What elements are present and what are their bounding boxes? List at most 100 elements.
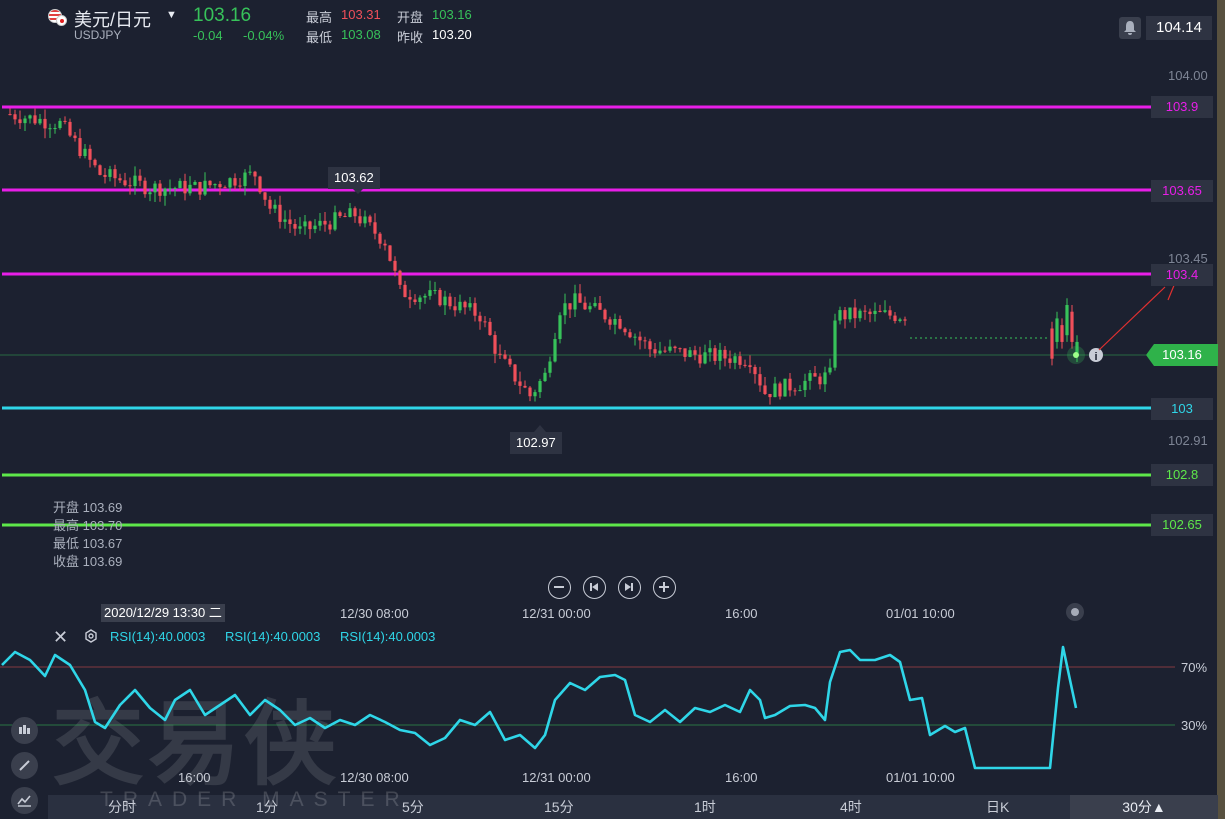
candle-body bbox=[258, 176, 262, 193]
candle-body bbox=[538, 381, 542, 393]
candle-body bbox=[528, 387, 532, 397]
level-tag[interactable]: 102.65 bbox=[1151, 514, 1213, 536]
zoom-in-button[interactable] bbox=[653, 576, 676, 599]
minus-icon bbox=[554, 586, 564, 588]
candlestick-chart[interactable]: i bbox=[0, 50, 1225, 600]
rsi-lower-level: 30% bbox=[1181, 718, 1208, 733]
candle-body bbox=[823, 372, 827, 385]
candle-body bbox=[433, 289, 437, 291]
time-axis-label: 12/30 08:00 bbox=[340, 606, 409, 621]
zoom-out-button[interactable] bbox=[548, 576, 571, 599]
period-tab[interactable]: 15分 bbox=[544, 797, 574, 817]
period-tab[interactable]: 1分 bbox=[256, 797, 278, 817]
chevron-down-icon[interactable]: ▼ bbox=[166, 9, 177, 21]
candle-body bbox=[1060, 325, 1064, 342]
candle-body bbox=[113, 169, 117, 179]
candle-body bbox=[208, 180, 212, 186]
candle-body bbox=[33, 115, 37, 124]
candle-body bbox=[863, 310, 867, 312]
low-label: 最低 bbox=[306, 30, 333, 45]
candle-body bbox=[78, 138, 82, 157]
candle-body bbox=[423, 295, 427, 298]
candle-body bbox=[583, 302, 587, 310]
candle-body bbox=[838, 310, 842, 321]
ohlc-high: 最高 103.70 bbox=[53, 518, 123, 533]
candle-body bbox=[818, 376, 822, 385]
candle-body bbox=[448, 296, 452, 307]
candle-body bbox=[388, 245, 392, 261]
candle-body bbox=[233, 178, 237, 186]
candle-body bbox=[743, 364, 747, 366]
period-tab-selected[interactable]: 30分▲ bbox=[1070, 795, 1218, 819]
candle-body bbox=[623, 328, 627, 333]
period-tab[interactable]: 4时 bbox=[840, 797, 862, 817]
candle-body bbox=[803, 380, 807, 391]
candle-body bbox=[38, 118, 42, 124]
candle-body bbox=[143, 180, 147, 195]
info-icon-glyph: i bbox=[1094, 351, 1097, 363]
candle-body bbox=[138, 175, 142, 181]
settings-icon[interactable] bbox=[84, 629, 98, 643]
period-tab[interactable]: 日K bbox=[986, 797, 1009, 817]
rsi-time-label: 16:00 bbox=[178, 770, 211, 785]
candle-body bbox=[723, 349, 727, 359]
candle-body bbox=[373, 222, 377, 234]
candle-body bbox=[458, 301, 462, 311]
candle-body bbox=[368, 216, 372, 223]
candle-body bbox=[133, 175, 137, 187]
candle-body bbox=[738, 356, 742, 365]
candle-body bbox=[893, 315, 897, 321]
period-tab[interactable]: 分时 bbox=[108, 797, 136, 817]
candle-body bbox=[73, 135, 77, 139]
candle-body bbox=[808, 373, 812, 381]
indicator-tool-button[interactable] bbox=[11, 717, 38, 744]
candle-body bbox=[228, 178, 232, 188]
candle-body bbox=[398, 270, 402, 285]
bell-icon bbox=[1124, 21, 1136, 35]
candle-body bbox=[173, 188, 177, 190]
scroll-right-button[interactable] bbox=[618, 576, 641, 599]
candle-body bbox=[318, 220, 322, 226]
scroll-left-button[interactable] bbox=[583, 576, 606, 599]
candle-body bbox=[168, 188, 172, 190]
candle-body bbox=[878, 310, 882, 312]
candle-body bbox=[438, 289, 442, 306]
candle-body bbox=[148, 192, 152, 195]
candle-body bbox=[698, 354, 702, 364]
draw-tool-button[interactable] bbox=[11, 752, 38, 779]
period-tab[interactable]: 1时 bbox=[694, 797, 716, 817]
candle-body bbox=[1070, 311, 1074, 342]
candle-body bbox=[343, 215, 347, 217]
level-tag[interactable]: 103.65 bbox=[1151, 180, 1213, 202]
level-tag[interactable]: 103.4 bbox=[1151, 264, 1213, 286]
ohlc-open: 开盘 103.69 bbox=[53, 500, 123, 515]
candle-body bbox=[418, 297, 422, 303]
candle-body bbox=[553, 339, 557, 362]
candle-body bbox=[293, 224, 297, 229]
candle-body bbox=[128, 185, 132, 187]
candle-body bbox=[593, 303, 597, 307]
candle-body bbox=[88, 148, 92, 160]
candle-body bbox=[903, 319, 907, 321]
candle-body bbox=[28, 115, 32, 119]
high-marker-label: 103.62 bbox=[328, 167, 380, 189]
candle-body bbox=[858, 310, 862, 319]
candle-body bbox=[703, 352, 707, 364]
period-tab[interactable]: 5分 bbox=[402, 797, 424, 817]
candle-body bbox=[868, 311, 872, 315]
alert-bell-button[interactable] bbox=[1119, 17, 1141, 39]
candle-body bbox=[8, 114, 12, 116]
chart-tool-button[interactable] bbox=[11, 787, 38, 814]
record-icon[interactable] bbox=[1066, 603, 1084, 621]
level-tag[interactable]: 102.8 bbox=[1151, 464, 1213, 486]
candle-body bbox=[238, 185, 242, 187]
level-tag[interactable]: 103.9 bbox=[1151, 96, 1213, 118]
candle-body bbox=[353, 208, 357, 217]
candle-body bbox=[708, 348, 712, 353]
level-tag[interactable]: 103 bbox=[1151, 398, 1213, 420]
candle-body bbox=[478, 315, 482, 322]
candle-body bbox=[248, 171, 252, 173]
annotation-arrow bbox=[1098, 286, 1166, 351]
open-value: 103.16 bbox=[432, 7, 472, 22]
candle-body bbox=[118, 178, 122, 181]
